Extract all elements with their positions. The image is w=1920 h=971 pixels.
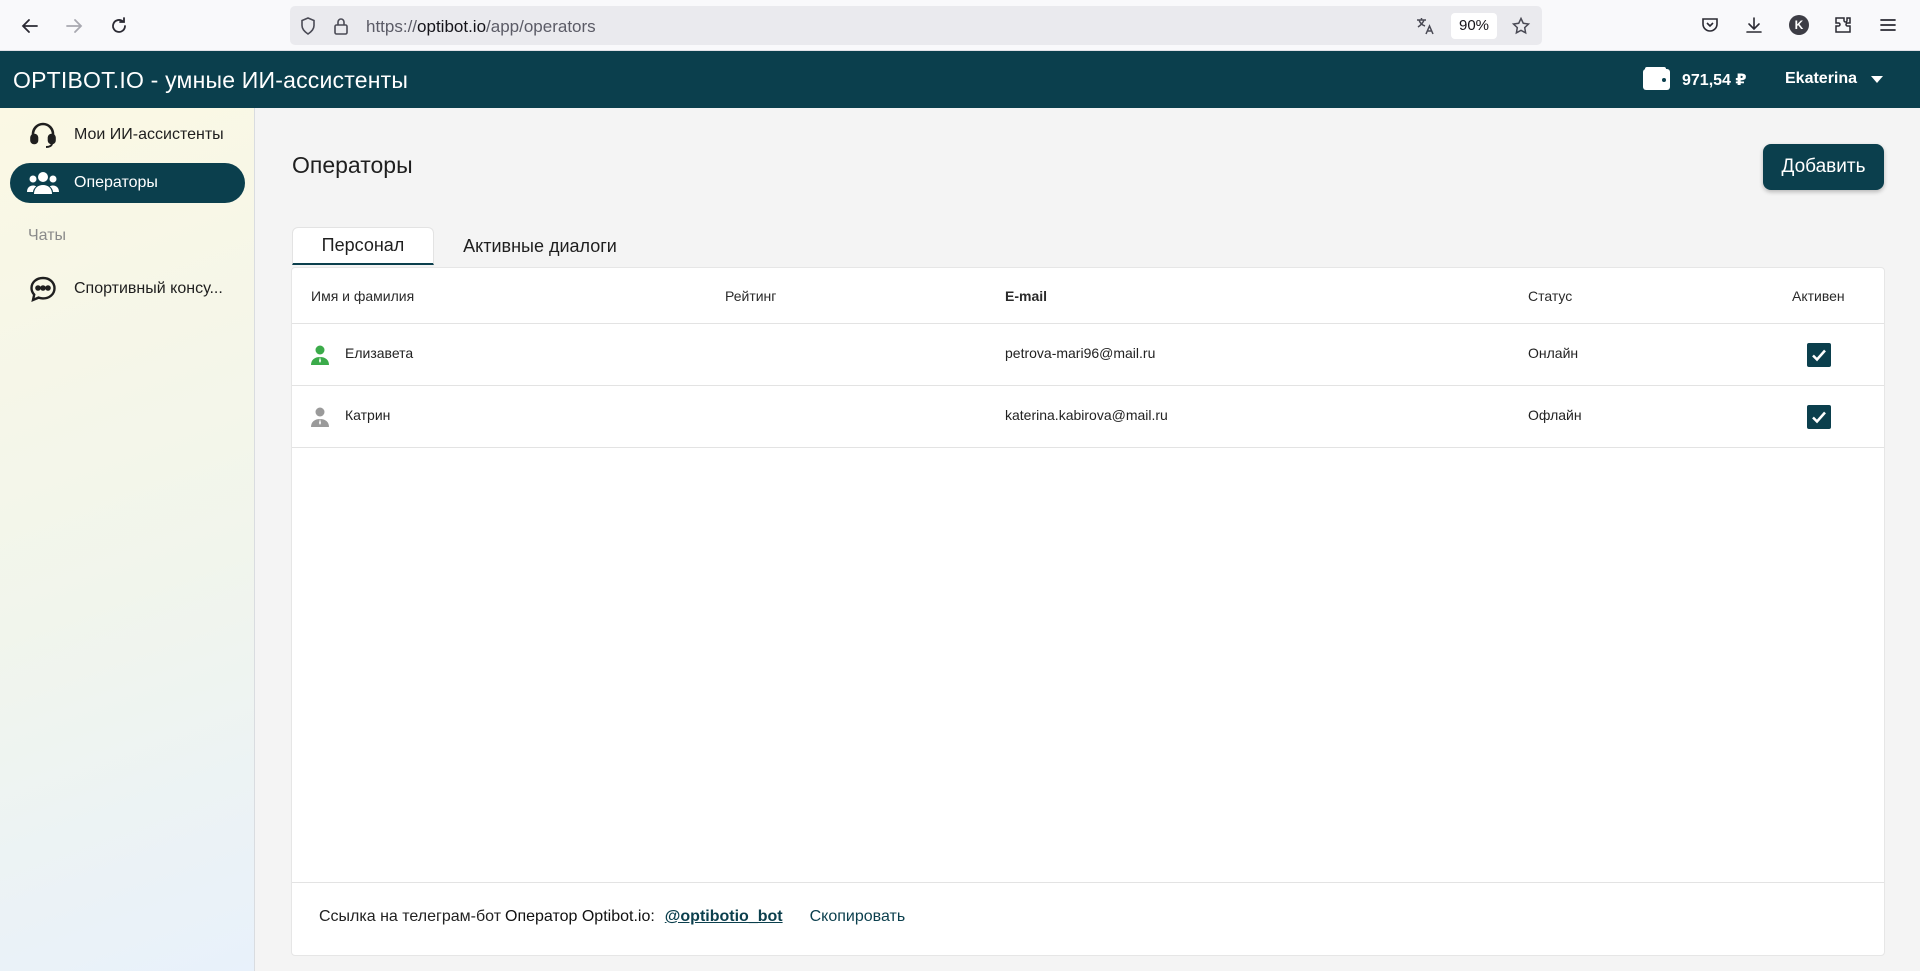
table-row[interactable]: Елизавета petrova-mari96@mail.ru Онлайн — [292, 324, 1884, 386]
users-icon — [26, 166, 60, 200]
operator-email: katerina.kabirova@mail.ru — [1005, 407, 1168, 423]
operator-name: Елизавета — [345, 345, 414, 361]
url-text[interactable]: https://optibot.io/app/operators — [366, 17, 596, 37]
reload-icon — [112, 17, 126, 33]
download-icon[interactable] — [1742, 13, 1766, 37]
sidebar-item-chat[interactable]: Спортивный консу... — [10, 269, 245, 309]
balance: 971,54 ₽ — [1682, 72, 1747, 89]
sidebar-item-label: Мои ИИ-ассистенты — [74, 126, 224, 143]
operator-name: Катрин — [345, 407, 391, 423]
menu-icon[interactable] — [1876, 13, 1900, 37]
tab-staff[interactable]: Персонал — [292, 227, 434, 265]
sidebar: Мои ИИ-ассистенты Операторы Чаты Спортив… — [0, 108, 255, 971]
chat-bubble-icon — [26, 272, 60, 306]
operators-table-card: Имя и фамилия Рейтинг E-mail Статус Акти… — [291, 267, 1885, 956]
url-host: optibot.io — [417, 17, 487, 36]
active-checkbox[interactable] — [1807, 405, 1831, 429]
caret-down-icon — [1871, 75, 1884, 83]
operator-status: Онлайн — [1528, 345, 1579, 361]
reload-button[interactable] — [103, 10, 135, 42]
pocket-icon[interactable] — [1698, 13, 1722, 37]
extensions-icon[interactable] — [1831, 13, 1855, 37]
operator-offline-icon — [311, 407, 329, 427]
address-bar[interactable]: https://optibot.io/app/operators 90% — [290, 6, 1542, 45]
translate-icon[interactable] — [1415, 16, 1435, 36]
copy-link-button[interactable]: Скопировать — [810, 908, 906, 926]
app-title[interactable]: OPTIBOT.IO - умные ИИ-ассистенты — [13, 67, 408, 94]
profile-avatar[interactable]: K — [1787, 13, 1811, 37]
user-name: Ekaterina — [1785, 70, 1858, 87]
column-header-status: Статус — [1528, 288, 1573, 304]
lock-icon[interactable] — [331, 16, 351, 36]
bot-handle-link[interactable]: @optibotio_bot — [665, 908, 783, 926]
url-prefix: https:// — [366, 17, 418, 36]
operator-online-icon — [311, 345, 329, 365]
url-path: /app/operators — [486, 17, 596, 36]
sidebar-item-operators[interactable]: Операторы — [10, 163, 245, 203]
star-icon[interactable] — [1511, 16, 1531, 36]
forward-button[interactable] — [58, 10, 90, 42]
arrow-right-icon — [66, 19, 83, 33]
app-header: OPTIBOT.IO - умные ИИ-ассистенты 971,54 … — [0, 51, 1920, 108]
column-header-email[interactable]: E-mail — [1005, 288, 1047, 304]
column-header-rating: Рейтинг — [725, 288, 777, 304]
footer-text: Ссылка на телеграм-бот — [319, 908, 502, 925]
column-header-active: Активен — [1792, 288, 1845, 304]
wallet-icon — [1643, 67, 1670, 90]
sidebar-item-assistants[interactable]: Мои ИИ-ассистенты — [10, 115, 245, 155]
sidebar-item-label: Спортивный консу... — [74, 280, 223, 297]
bot-name: Оператор Optibot.io: — [505, 908, 655, 925]
telegram-link-footer: Ссылка на телеграм-бот Оператор Optibot.… — [319, 908, 905, 926]
tab-active-dialogs[interactable]: Активные диалоги — [446, 227, 634, 265]
checkmark-icon — [1812, 411, 1826, 424]
user-menu[interactable]: Ekaterina — [1785, 70, 1884, 88]
checkmark-icon — [1812, 349, 1826, 362]
table-row[interactable]: Катрин katerina.kabirova@mail.ru Офлайн — [292, 386, 1884, 448]
add-operator-button[interactable]: Добавить — [1763, 144, 1884, 190]
back-button[interactable] — [14, 10, 46, 42]
zoom-level[interactable]: 90% — [1451, 13, 1498, 39]
active-checkbox[interactable] — [1807, 343, 1831, 367]
page-title: Операторы — [292, 152, 413, 178]
headset-icon — [26, 118, 60, 152]
sidebar-item-label: Операторы — [74, 174, 158, 191]
profile-initial: K — [1789, 15, 1809, 35]
arrow-left-icon — [21, 19, 38, 33]
column-header-name: Имя и фамилия — [311, 288, 415, 304]
shield-icon[interactable] — [298, 16, 318, 36]
browser-toolbar: https://optibot.io/app/operators 90% K — [0, 0, 1920, 51]
operator-email: petrova-mari96@mail.ru — [1005, 345, 1156, 361]
operator-status: Офлайн — [1528, 407, 1582, 423]
footer-divider — [292, 882, 1884, 883]
sidebar-section-chats: Чаты — [28, 227, 67, 244]
